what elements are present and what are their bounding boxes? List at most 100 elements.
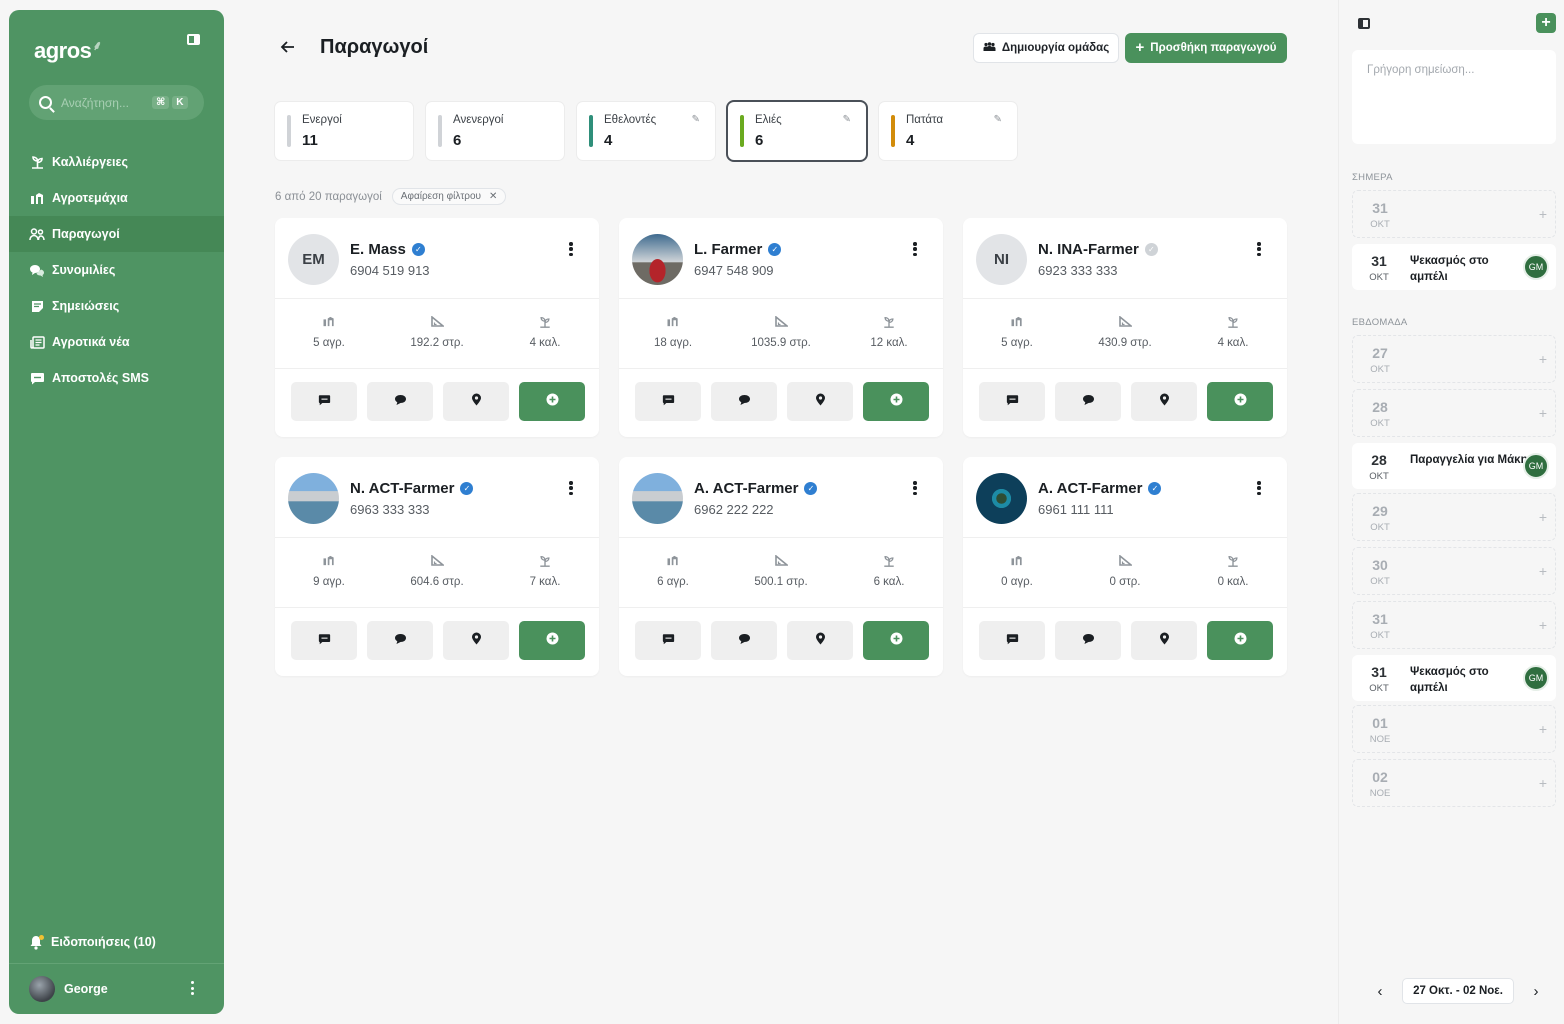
farmer-actions — [979, 621, 1273, 660]
agenda-day-slot[interactable]: 27 ΟΚΤ + — [1352, 335, 1556, 383]
more-options-icon[interactable] — [1257, 481, 1261, 495]
filter-volunteers[interactable]: Εθελοντές 4 ✎ — [577, 102, 715, 160]
search-box[interactable]: ⌘ K — [29, 85, 204, 120]
add-entry-button[interactable] — [519, 382, 585, 421]
edit-pencil-icon[interactable]: ✎ — [994, 114, 1002, 125]
location-button[interactable] — [787, 621, 853, 660]
send-sms-button[interactable] — [635, 621, 701, 660]
more-options-icon[interactable] — [1257, 242, 1261, 256]
send-sms-button[interactable] — [979, 382, 1045, 421]
results-count: 6 από 20 παραγωγοί — [275, 190, 382, 203]
farmer-name[interactable]: N. ACT-Farmer ✓ — [350, 480, 474, 497]
agenda-day-slot[interactable]: 01 ΝΟΕ + — [1352, 705, 1556, 753]
edit-pencil-icon[interactable]: ✎ — [843, 114, 851, 125]
add-event-icon[interactable]: + — [1539, 617, 1547, 633]
edit-pencil-icon[interactable]: ✎ — [692, 114, 700, 125]
filter-active[interactable]: Ενεργοί 11 — [275, 102, 413, 160]
add-event-icon[interactable]: + — [1539, 775, 1547, 791]
farmer-name[interactable]: A. ACT-Farmer ✓ — [1038, 480, 1162, 497]
agenda-day-slot[interactable]: 28 ΟΚΤ + — [1352, 389, 1556, 437]
user-profile[interactable]: George — [29, 976, 108, 1002]
agenda-day-slot[interactable]: 31 ΟΚΤ + — [1352, 601, 1556, 649]
more-options-icon[interactable] — [569, 242, 573, 256]
sidebar-item-chats[interactable]: Συνομιλίες — [9, 252, 224, 288]
farmer-card[interactable]: A. ACT-Farmer ✓ 6961 111 111 0 αγρ. 0 στ… — [963, 457, 1287, 676]
user-menu-icon[interactable] — [190, 981, 194, 995]
chat-button[interactable] — [367, 382, 433, 421]
plus-circle-icon — [546, 632, 559, 650]
add-event-icon[interactable]: + — [1539, 206, 1547, 222]
location-button[interactable] — [443, 382, 509, 421]
chevron-left-icon[interactable]: ‹ — [1373, 983, 1387, 1000]
close-icon[interactable]: ✕ — [489, 191, 497, 202]
send-sms-button[interactable] — [291, 621, 357, 660]
send-sms-button[interactable] — [979, 621, 1045, 660]
agenda-day-slot[interactable]: 02 ΝΟΕ + — [1352, 759, 1556, 807]
sidebar-collapse-icon[interactable] — [187, 34, 200, 45]
farmer-name[interactable]: N. INA-Farmer ✓ — [1038, 241, 1158, 258]
back-arrow-icon[interactable] — [280, 39, 296, 55]
more-options-icon[interactable] — [569, 481, 573, 495]
chat-button[interactable] — [1055, 621, 1121, 660]
agenda-day-slot[interactable]: 31 ΟΚΤ + — [1352, 190, 1556, 238]
sidebar-item-crops[interactable]: Καλλιέργειες — [9, 144, 224, 180]
location-button[interactable] — [787, 382, 853, 421]
add-farmer-button[interactable]: + Προσθήκη παραγωγού — [1125, 33, 1287, 63]
add-event-icon[interactable]: + — [1539, 721, 1547, 737]
farmer-card[interactable]: EM E. Mass ✓ 6904 519 913 5 αγρ. 192.2 σ… — [275, 218, 599, 437]
farmer-card[interactable]: N. ACT-Farmer ✓ 6963 333 333 9 αγρ. 604.… — [275, 457, 599, 676]
chat-button[interactable] — [711, 621, 777, 660]
farmer-card[interactable]: A. ACT-Farmer ✓ 6962 222 222 6 αγρ. 500.… — [619, 457, 943, 676]
chevron-right-icon[interactable]: › — [1529, 983, 1543, 1000]
agenda-event[interactable]: 31 ΟΚΤ Ψεκασμός στο αμπέλι GM — [1352, 244, 1556, 290]
add-event-icon[interactable]: + — [1539, 563, 1547, 579]
stat-fields-value: 9 αγρ. — [313, 576, 345, 588]
create-group-button[interactable]: Δημιουργία ομάδας — [973, 33, 1119, 63]
sidebar-item-news[interactable]: Αγροτικά νέα — [9, 324, 224, 360]
add-event-icon[interactable]: + — [1539, 351, 1547, 367]
send-sms-button[interactable] — [635, 382, 701, 421]
sidebar-item-sms[interactable]: Αποστολές SMS — [9, 360, 224, 396]
send-sms-button[interactable] — [291, 382, 357, 421]
chat-button[interactable] — [367, 621, 433, 660]
search-input[interactable] — [61, 95, 149, 110]
location-button[interactable] — [1131, 382, 1197, 421]
add-event-icon[interactable]: + — [1539, 405, 1547, 421]
add-entry-button[interactable] — [863, 382, 929, 421]
sms-icon — [318, 632, 331, 650]
date-range-button[interactable]: 27 Οκτ. - 02 Νοε. — [1402, 978, 1514, 1004]
filter-potato[interactable]: Πατάτα 4 ✎ — [879, 102, 1017, 160]
more-options-icon[interactable] — [913, 242, 917, 256]
add-note-button[interactable]: + — [1536, 13, 1556, 33]
location-button[interactable] — [443, 621, 509, 660]
filter-olives[interactable]: Ελιές 6 ✎ — [728, 102, 866, 160]
quick-note-input[interactable] — [1352, 50, 1556, 144]
farmer-name[interactable]: A. ACT-Farmer ✓ — [694, 480, 818, 497]
add-event-icon[interactable]: + — [1539, 509, 1547, 525]
agenda-day-slot[interactable]: 29 ΟΚΤ + — [1352, 493, 1556, 541]
remove-filter-chip[interactable]: Αφαίρεση φίλτρου ✕ — [391, 188, 507, 205]
farmer-card[interactable]: NI N. INA-Farmer ✓ 6923 333 333 5 αγρ. 4… — [963, 218, 1287, 437]
add-entry-button[interactable] — [1207, 382, 1273, 421]
agenda-day-slot[interactable]: 30 ΟΚΤ + — [1352, 547, 1556, 595]
more-options-icon[interactable] — [913, 481, 917, 495]
add-entry-button[interactable] — [1207, 621, 1273, 660]
filter-inactive[interactable]: Ανενεργοί 6 — [426, 102, 564, 160]
chat-button[interactable] — [711, 382, 777, 421]
avatar — [632, 473, 683, 524]
notifications-link[interactable]: Ειδοποιήσεις (10) — [29, 934, 156, 950]
add-entry-button[interactable] — [863, 621, 929, 660]
add-entry-button[interactable] — [519, 621, 585, 660]
farmer-name[interactable]: L. Farmer ✓ — [694, 241, 782, 258]
sidebar-item-farmers[interactable]: Παραγωγοί — [9, 216, 224, 252]
sidebar-item-fields[interactable]: Αγροτεμάχια — [9, 180, 224, 216]
location-button[interactable] — [1131, 621, 1197, 660]
farmer-name[interactable]: E. Mass ✓ — [350, 241, 425, 258]
farmer-card[interactable]: L. Farmer ✓ 6947 548 909 18 αγρ. 1035.9 … — [619, 218, 943, 437]
chat-button[interactable] — [1055, 382, 1121, 421]
panel-toggle-icon[interactable] — [1358, 18, 1370, 29]
app-logo[interactable]: agros⸙ — [34, 38, 102, 64]
sidebar-item-notes[interactable]: Σημειώσεις — [9, 288, 224, 324]
agenda-event[interactable]: 31 ΟΚΤ Ψεκασμός στο αμπέλι GM — [1352, 655, 1556, 701]
agenda-event[interactable]: 28 ΟΚΤ Παραγγελία για Μάκη GM — [1352, 443, 1556, 489]
